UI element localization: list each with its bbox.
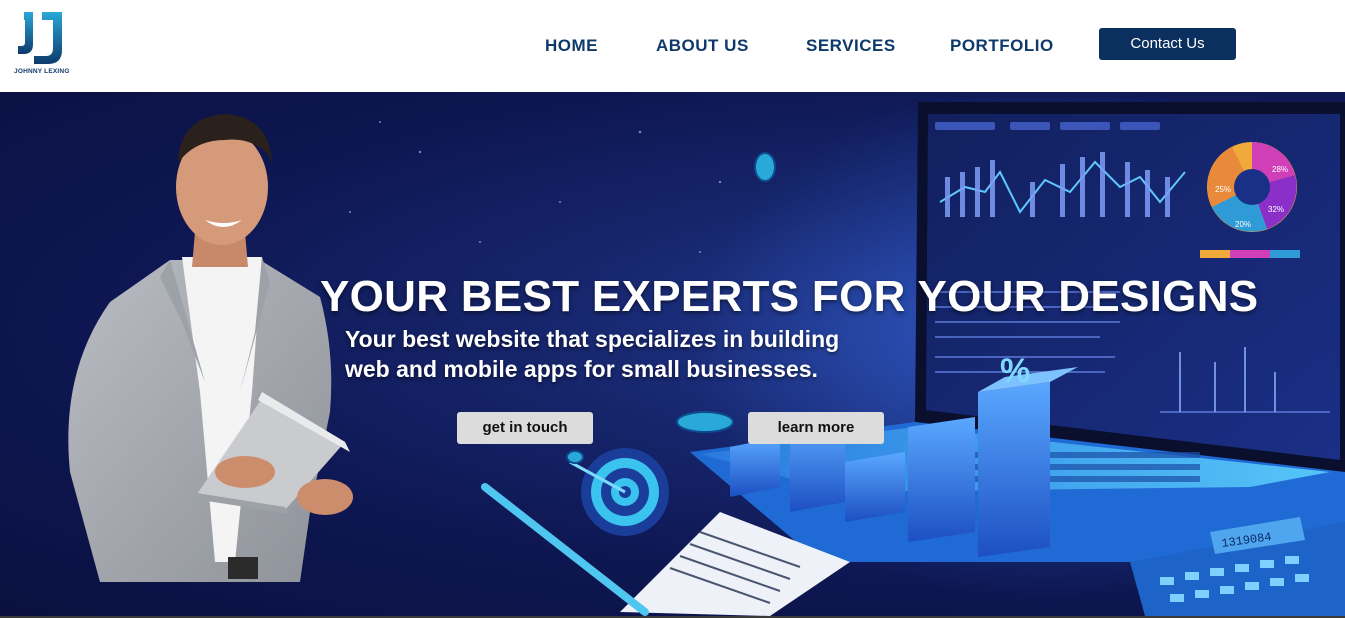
nav-item-services[interactable]: SERVICES bbox=[806, 36, 896, 56]
hero-subtitle-line-1: Your best website that specializes in bu… bbox=[345, 326, 840, 352]
businessman-figure bbox=[68, 114, 353, 582]
hero-subtitle: Your best website that specializes in bu… bbox=[345, 324, 945, 384]
nav-item-portfolio[interactable]: PORTFOLIO bbox=[950, 36, 1054, 56]
hero-subtitle-line-2: web and mobile apps for small businesses… bbox=[345, 356, 818, 382]
contact-us-button[interactable]: Contact Us bbox=[1099, 28, 1236, 60]
pie-label-1: 25% bbox=[1215, 185, 1231, 194]
nav-item-home[interactable]: HOME bbox=[545, 36, 598, 56]
site-header: JOHNNY LEXING HOME ABOUT US SERVICES POR… bbox=[0, 0, 1345, 92]
target-icon bbox=[569, 448, 669, 536]
hero-banner: 25% 28% 32% 20% % 1319084 YOUR BEST EXPE… bbox=[0, 92, 1345, 616]
percent-sign-icon: % bbox=[1000, 352, 1030, 390]
pie-label-4: 20% bbox=[1235, 220, 1251, 229]
brand-name: JOHNNY LEXING bbox=[14, 68, 70, 75]
hero-title: YOUR BEST EXPERTS FOR YOUR DESIGNS bbox=[320, 272, 1259, 321]
brand-logo[interactable]: JOHNNY LEXING bbox=[14, 10, 74, 80]
nav-item-about-us[interactable]: ABOUT US bbox=[656, 36, 749, 56]
learn-more-button[interactable]: learn more bbox=[748, 412, 884, 444]
get-in-touch-button[interactable]: get in touch bbox=[457, 412, 593, 444]
pie-label-3: 32% bbox=[1268, 205, 1284, 214]
pie-label-2: 28% bbox=[1272, 165, 1288, 174]
star-dots bbox=[349, 121, 722, 293]
logo-jj-icon bbox=[18, 12, 62, 64]
